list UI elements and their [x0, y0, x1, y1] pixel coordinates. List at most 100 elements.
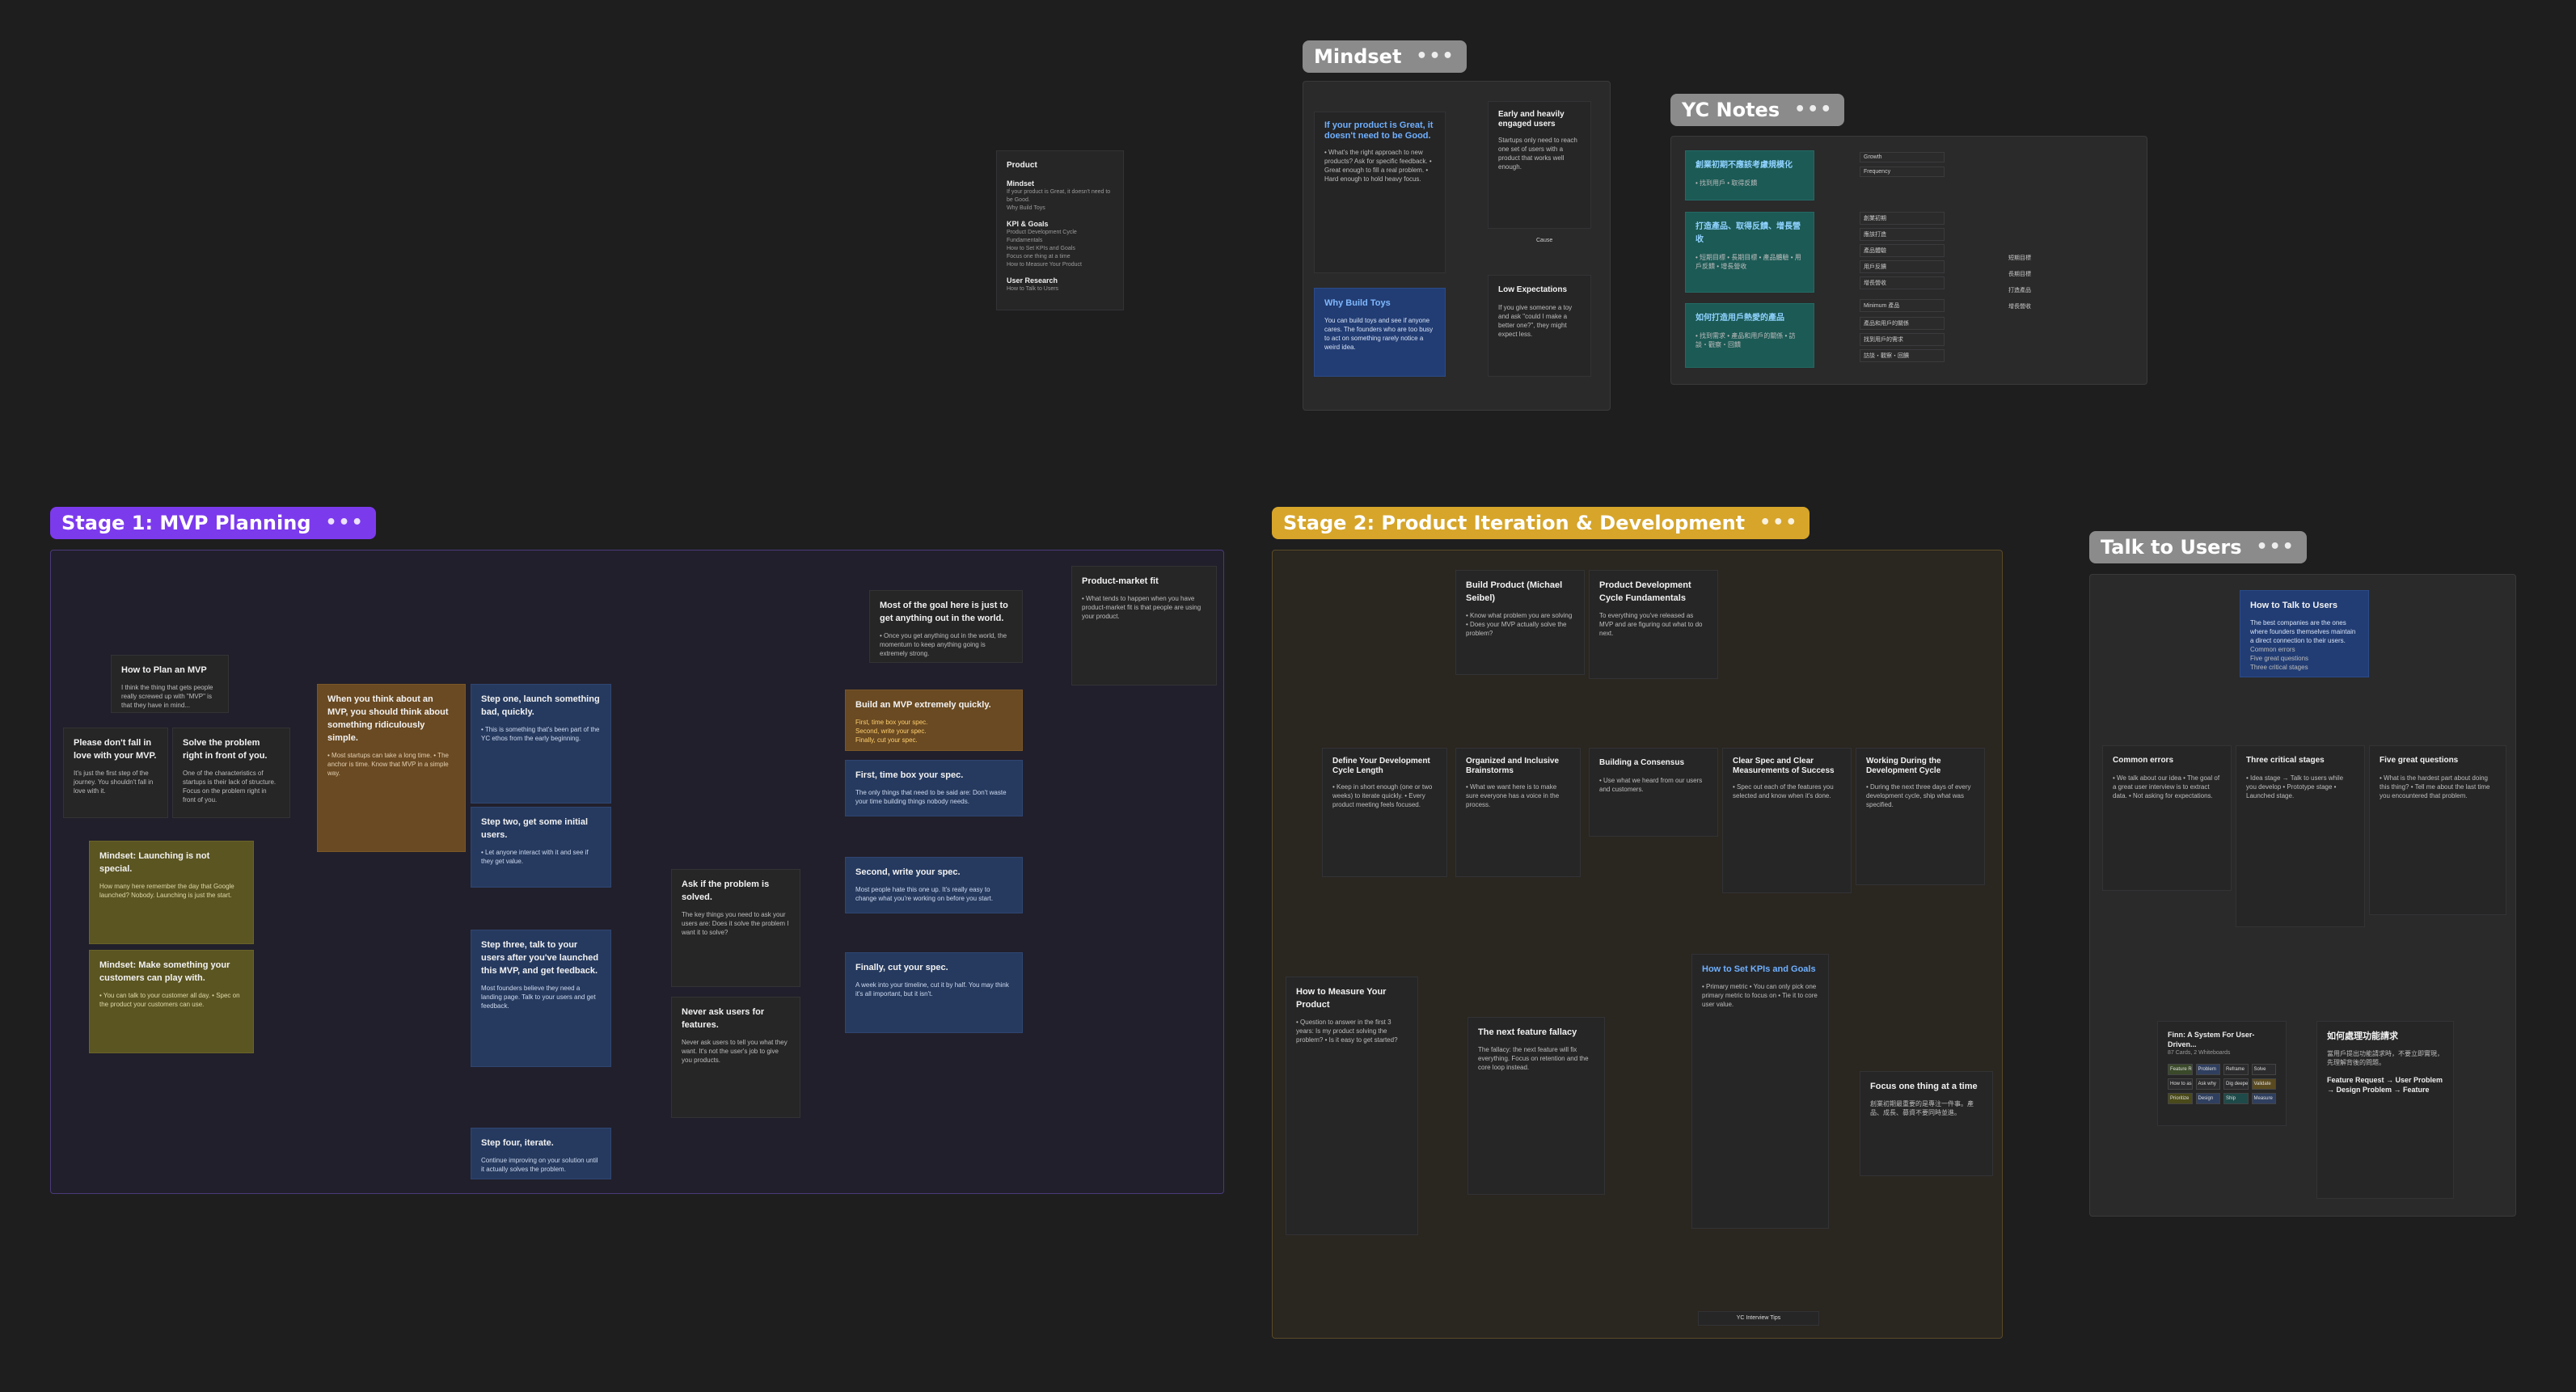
how-to-talk-title: How to Talk to Users: [2250, 601, 2337, 610]
card-focus[interactable]: Focus one thing at a time 創業初期最重要的是專注一件事…: [1860, 1071, 1993, 1176]
mindset-low-card[interactable]: Low Expectations If you give someone a t…: [1488, 275, 1591, 377]
card-common-errors[interactable]: Common errors • We talk about our idea •…: [2102, 745, 2232, 891]
outline-link[interactable]: Product Development Cycle Fundamentals: [1007, 229, 1113, 245]
card-feature-requests[interactable]: 如何處理功能請求 當用戶提出功能請求時，不要立即實現，先理解背後的問題。 Fea…: [2316, 1021, 2454, 1199]
card-cycle-fund[interactable]: Product Development Cycle Fundamentals T…: [1589, 570, 1718, 679]
frame-title-yc-notes[interactable]: YC Notes •••: [1670, 94, 1845, 126]
card-pmf[interactable]: Product-market fit • What tends to happe…: [1071, 566, 1217, 685]
outline-link[interactable]: Why Build Toys: [1007, 205, 1113, 213]
card-working[interactable]: Working During the Development Cycle • D…: [1856, 748, 1985, 885]
talk-link[interactable]: Three critical stages: [2250, 663, 2359, 672]
card-ask-solved[interactable]: Ask if the problem is solved. The key th…: [671, 869, 800, 987]
card-mindset-launch[interactable]: Mindset: Launching is not special. How m…: [89, 841, 254, 944]
finn-grid-tile[interactable]: Problem: [2195, 1064, 2220, 1075]
yc-block-1[interactable]: 創業初期不應該考慮規模化 • 找到用戶 • 取得反饋: [1685, 150, 1814, 200]
step3-title: Step three, talk to your users after you…: [481, 940, 599, 976]
more-icon[interactable]: •••: [2257, 531, 2295, 563]
mindset-early-card[interactable]: Early and heavily engaged users Startups…: [1488, 101, 1591, 229]
how-to-plan-body: I think the thing that gets people reall…: [121, 684, 213, 709]
frame-title-stage2[interactable]: Stage 2: Product Iteration & Development…: [1272, 507, 1810, 539]
card-please-dont[interactable]: Please don't fall in love with your MVP.…: [63, 728, 168, 818]
consensus-body: • Use what we heard from our users and c…: [1599, 777, 1703, 793]
card-ridiculous[interactable]: When you think about an MVP, you should …: [317, 684, 466, 852]
finn-grid-tile[interactable]: Ship: [2223, 1093, 2249, 1104]
finn-grid-tile[interactable]: Reframe: [2223, 1064, 2249, 1075]
outline-link[interactable]: How to Talk to Users: [1007, 285, 1113, 293]
frame-title-mindset[interactable]: Mindset •••: [1303, 40, 1467, 73]
outline-title: Product: [1007, 161, 1037, 170]
card-cut-spec[interactable]: Finally, cut your spec. A week into your…: [845, 952, 1023, 1033]
card-kpis[interactable]: How to Set KPIs and Goals • Primary metr…: [1691, 954, 1829, 1229]
card-step3[interactable]: Step three, talk to your users after you…: [471, 930, 611, 1067]
outline-link[interactable]: Focus one thing at a time: [1007, 253, 1113, 261]
card-fallacy[interactable]: The next feature fallacy The fallacy: th…: [1467, 1017, 1605, 1195]
card-five-questions[interactable]: Five great questions • What is the harde…: [2369, 745, 2506, 915]
card-mindset-play[interactable]: Mindset: Make something your customers c…: [89, 950, 254, 1053]
more-icon[interactable]: •••: [1759, 507, 1798, 539]
build-quick-link[interactable]: Second, write your spec.: [855, 727, 1012, 736]
build-quick-link[interactable]: Finally, cut your spec.: [855, 736, 1012, 745]
mindset-toys-card[interactable]: Why Build Toys You can build toys and se…: [1314, 288, 1446, 377]
more-icon[interactable]: •••: [1416, 40, 1455, 73]
card-finn-board[interactable]: Finn: A System For User-Driven... 87 Car…: [2157, 1021, 2287, 1126]
frame-title-talk[interactable]: Talk to Users •••: [2089, 531, 2307, 563]
talk-link[interactable]: Common errors: [2250, 645, 2359, 654]
outline-research-heading: User Research: [1007, 276, 1058, 285]
card-how-to-plan[interactable]: How to Plan an MVP I think the thing tha…: [111, 655, 229, 713]
card-three-stages[interactable]: Three critical stages • Idea stage → Tal…: [2236, 745, 2365, 927]
card-consensus[interactable]: Building a Consensus • Use what we heard…: [1589, 748, 1718, 837]
product-outline-card[interactable]: Product Mindset If your product is Great…: [996, 150, 1124, 310]
yc-block-2[interactable]: 打造產品、取得反饋、增長營收 • 短期目標 • 長期目標 • 產品體驗 • 用戶…: [1685, 212, 1814, 293]
goal-title: Most of the goal here is just to get any…: [880, 601, 1008, 623]
mindset-early-title: Early and heavily engaged users: [1498, 110, 1565, 129]
jp-body: 當用戶提出功能請求時，不要立即實現，先理解背後的問題。: [2327, 1050, 2443, 1066]
finn-grid-tile[interactable]: Feature Req: [2168, 1064, 2193, 1075]
talk-link[interactable]: Five great questions: [2250, 654, 2359, 663]
card-organized[interactable]: Organized and Inclusive Brainstorms • Wh…: [1455, 748, 1581, 877]
card-step4[interactable]: Step four, iterate. Continue improving o…: [471, 1128, 611, 1179]
how-to-talk-body: The best companies are the ones where fo…: [2250, 619, 2356, 644]
outline-link[interactable]: How to Measure Your Product: [1007, 261, 1113, 269]
frame-title-stage1[interactable]: Stage 1: MVP Planning •••: [50, 507, 376, 539]
yc-block-3-title: 如何打造用戶熱愛的產品: [1696, 314, 1784, 323]
build-quick-link[interactable]: First, time box your spec.: [855, 718, 1012, 727]
finn-grid-tile[interactable]: Dig deeper: [2223, 1078, 2249, 1090]
measure-title: How to Measure Your Product: [1296, 987, 1387, 1010]
yc-block-3[interactable]: 如何打造用戶熱愛的產品 • 找到需求 • 產品和用戶的關係 • 訪談・觀察・回饋: [1685, 303, 1814, 368]
card-goal[interactable]: Most of the goal here is just to get any…: [869, 590, 1023, 663]
card-step1[interactable]: Step one, launch something bad, quickly.…: [471, 684, 611, 804]
card-measure[interactable]: How to Measure Your Product • Question t…: [1286, 977, 1418, 1235]
card-define-cycle[interactable]: Define Your Development Cycle Length • K…: [1322, 748, 1447, 877]
outline-link[interactable]: How to Set KPIs and Goals: [1007, 245, 1113, 253]
card-interview[interactable]: YC Interview Tips: [1698, 1311, 1819, 1326]
step1-title: Step one, launch something bad, quickly.: [481, 694, 600, 717]
finn-grid-tile[interactable]: Measure: [2251, 1093, 2276, 1104]
consensus-title: Building a Consensus: [1599, 758, 1685, 767]
more-icon[interactable]: •••: [1794, 94, 1833, 126]
more-icon[interactable]: •••: [326, 507, 365, 539]
finn-grid-tile[interactable]: Solve: [2251, 1064, 2276, 1075]
card-build-quick[interactable]: Build an MVP extremely quickly. First, t…: [845, 690, 1023, 751]
finn-grid-tile[interactable]: How to ask: [2168, 1078, 2193, 1090]
card-never-ask[interactable]: Never ask users for features. Never ask …: [671, 997, 800, 1118]
card-clear-spec[interactable]: Clear Spec and Clear Measurements of Suc…: [1722, 748, 1852, 893]
card-step2[interactable]: Step two, get some initial users. • Let …: [471, 807, 611, 888]
mindset-great-card[interactable]: If your product is Great, it doesn't nee…: [1314, 112, 1446, 273]
outline-link[interactable]: If your product is Great, it doesn't nee…: [1007, 188, 1113, 205]
yc-leaf: 增長營收: [2008, 304, 2031, 310]
card-build-product[interactable]: Build Product (Michael Seibel) • Know wh…: [1455, 570, 1585, 675]
finn-grid-tile[interactable]: Prioritize: [2168, 1093, 2193, 1104]
organized-title: Organized and Inclusive Brainstorms: [1466, 757, 1560, 775]
finn-grid-tile[interactable]: Design: [2195, 1093, 2220, 1104]
finn-grid-tile[interactable]: Ask why: [2195, 1078, 2220, 1090]
questions-body: • What is the hardest part about doing t…: [2380, 774, 2490, 799]
card-timebox[interactable]: First, time box your spec. The only thin…: [845, 760, 1023, 816]
kpis-title: How to Set KPIs and Goals: [1702, 964, 1816, 974]
yc-block-2-title: 打造產品、取得反饋、增長營收: [1696, 222, 1801, 244]
fallacy-title: The next feature fallacy: [1478, 1027, 1577, 1037]
finn-grid-tile[interactable]: Validate: [2251, 1078, 2276, 1090]
card-how-to-talk[interactable]: How to Talk to Users The best companies …: [2240, 590, 2369, 677]
card-write-spec[interactable]: Second, write your spec. Most people hat…: [845, 857, 1023, 913]
clear-spec-title: Clear Spec and Clear Measurements of Suc…: [1733, 757, 1835, 775]
card-solve-problem[interactable]: Solve the problem right in front of you.…: [172, 728, 290, 818]
